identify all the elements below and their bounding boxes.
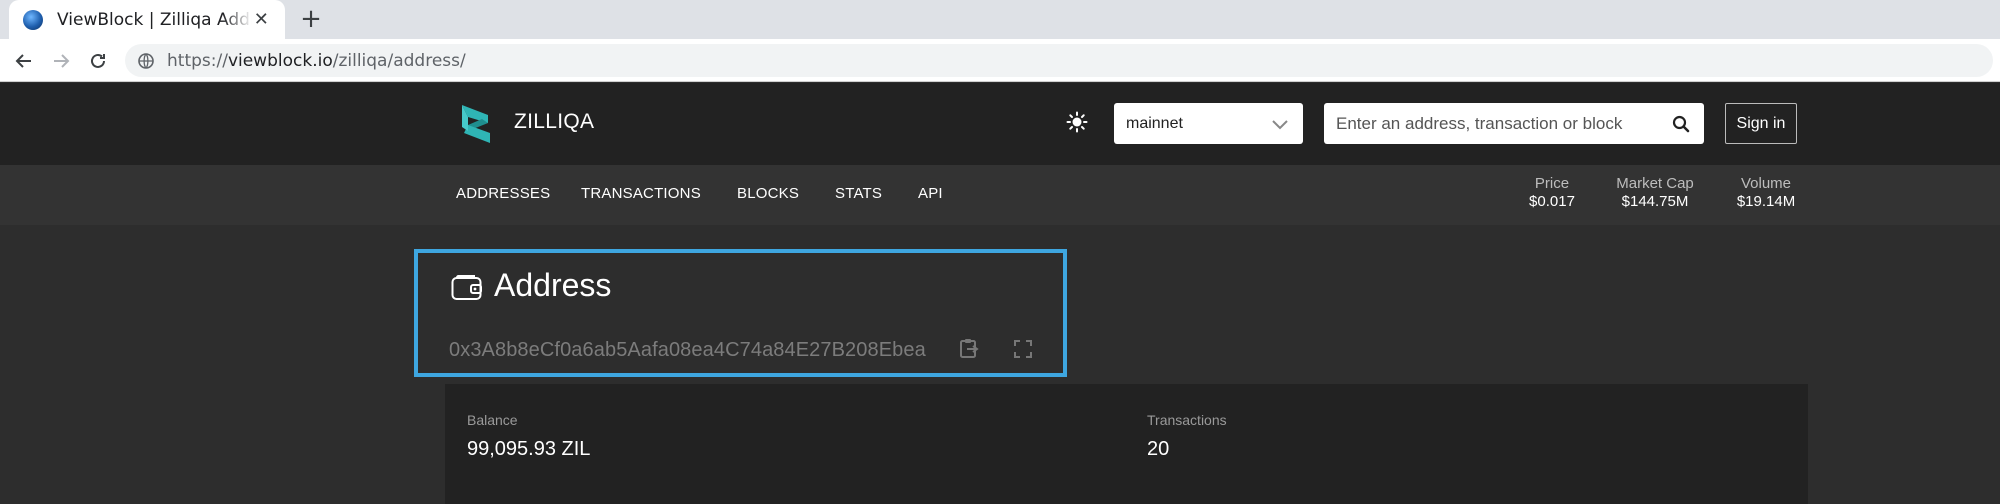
- volume-stat: Volume $19.14M: [1726, 175, 1806, 210]
- main-nav: ADDRESSES TRANSACTIONS BLOCKS STATS API …: [0, 165, 2000, 225]
- expand-icon[interactable]: [1013, 339, 1033, 359]
- address-hash[interactable]: 0x3A8b8eCf0a6ab5Aafa08ea4C74a84E27B208Eb…: [449, 339, 926, 362]
- address-bar[interactable]: https://viewblock.io/zilliqa/address/: [125, 44, 1993, 77]
- price-label: Price: [1534, 175, 1570, 192]
- nav-item-blocks[interactable]: BLOCKS: [737, 185, 799, 202]
- url-text: https://viewblock.io/zilliqa/address/: [167, 51, 466, 71]
- nav-item-api[interactable]: API: [918, 185, 943, 202]
- network-select-value: mainnet: [1126, 114, 1183, 132]
- wallet-icon: [451, 275, 482, 300]
- transactions-label: Transactions: [1147, 412, 1227, 428]
- balance-value: 99,095.93 ZIL: [467, 438, 591, 460]
- search-input[interactable]: [1336, 113, 1656, 134]
- forward-arrow-icon: [54, 54, 70, 68]
- address-summary-panel: Balance 99,095.93 ZIL Transactions 20: [445, 384, 1808, 504]
- url-host: viewblock.io: [227, 50, 333, 71]
- main-content: Address 0x3A8b8eCf0a6ab5Aafa08ea4C74a84E…: [0, 225, 2000, 504]
- page-title: Address: [494, 267, 612, 303]
- browser-toolbar: https://viewblock.io/zilliqa/address/: [0, 39, 2000, 82]
- price-value: $0.017: [1529, 193, 1575, 210]
- balance-label: Balance: [467, 412, 518, 428]
- back-button[interactable]: [9, 46, 39, 76]
- browser-tab[interactable]: ViewBlock | Zilliqa Address ✕: [9, 0, 285, 39]
- nav-item-addresses[interactable]: ADDRESSES: [456, 185, 550, 202]
- theme-toggle-sun-icon[interactable]: [1066, 111, 1088, 133]
- volume-label: Volume: [1740, 175, 1792, 192]
- brand-name[interactable]: ZILLIQA: [514, 110, 594, 134]
- url-scheme: https://: [167, 50, 228, 71]
- tab-title: ViewBlock | Zilliqa Address: [57, 9, 252, 30]
- url-path: /zilliqa/address/: [332, 50, 466, 71]
- new-tab-button[interactable]: +: [297, 6, 325, 34]
- browser-tab-bar: ViewBlock | Zilliqa Address ✕ +: [0, 0, 2000, 39]
- nav-item-stats[interactable]: STATS: [835, 185, 882, 202]
- copy-icon[interactable]: [958, 337, 980, 359]
- favicon-icon: [23, 9, 43, 30]
- market-cap-value: $144.75M: [1621, 193, 1689, 210]
- network-select[interactable]: mainnet: [1114, 103, 1303, 144]
- zilliqa-logo-icon[interactable]: [458, 103, 494, 145]
- transactions-value: 20: [1147, 438, 1170, 460]
- site-info-icon[interactable]: [137, 52, 155, 70]
- tab-close-icon[interactable]: ✕: [252, 9, 271, 30]
- nav-item-transactions[interactable]: TRANSACTIONS: [581, 185, 701, 202]
- market-cap-label: Market Cap: [1616, 175, 1694, 192]
- back-arrow-icon: [15, 54, 31, 68]
- price-stat: Price $0.017: [1520, 175, 1584, 210]
- search-box: [1324, 103, 1704, 144]
- forward-button[interactable]: [46, 46, 76, 76]
- search-icon[interactable]: [1672, 115, 1690, 133]
- site-header: ZILLIQA mainnet Sign in: [0, 83, 2000, 165]
- address-header-highlight: Address 0x3A8b8eCf0a6ab5Aafa08ea4C74a84E…: [414, 249, 1067, 377]
- reload-icon: [91, 53, 105, 68]
- chevron-down-icon: [1272, 119, 1288, 129]
- sign-in-button[interactable]: Sign in: [1725, 103, 1797, 144]
- reload-button[interactable]: [83, 46, 113, 76]
- market-cap-stat: Market Cap $144.75M: [1608, 175, 1702, 210]
- volume-value: $19.14M: [1736, 193, 1796, 210]
